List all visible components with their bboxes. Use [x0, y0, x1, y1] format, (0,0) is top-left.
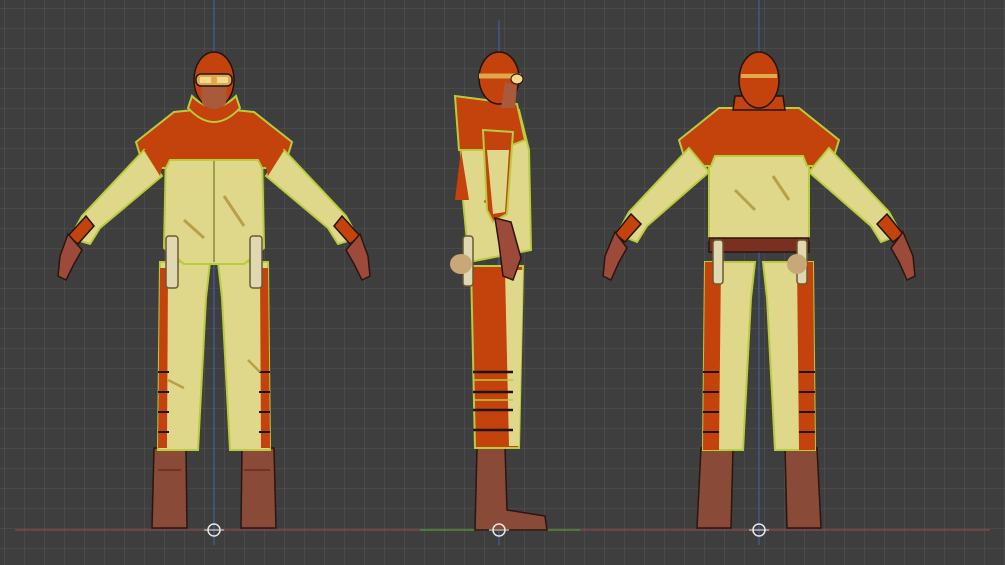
character-turnaround-scene [15, 0, 990, 545]
3d-viewport[interactable] [0, 0, 1005, 565]
character-side-view [450, 52, 547, 530]
